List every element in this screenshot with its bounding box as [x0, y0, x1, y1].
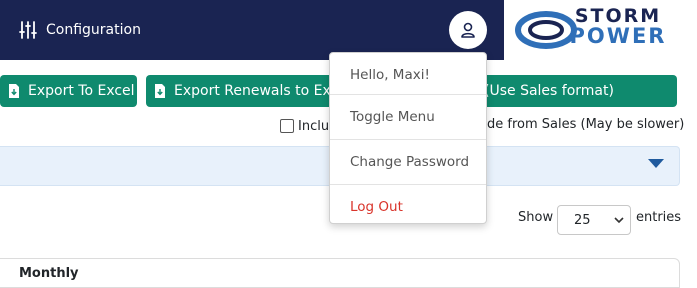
export-renewals-button[interactable]: Export Renewals to Excel	[146, 75, 336, 107]
include-option: Inclu	[280, 117, 329, 135]
chevron-down-icon	[614, 217, 624, 224]
log-out-item[interactable]: Log Out	[330, 185, 486, 229]
logo-line-1: STORM	[574, 5, 662, 27]
greeting: Hello, Maxi!	[350, 67, 430, 83]
page-size-value: 25	[574, 212, 591, 228]
monthly-card	[0, 258, 680, 288]
configuration-label: Configuration	[46, 22, 141, 38]
include-label-start: Inclu	[298, 118, 330, 134]
monthly-title: Monthly	[19, 266, 79, 281]
logo-line-2: POWER	[569, 24, 667, 48]
toggle-menu-item[interactable]: Toggle Menu	[330, 95, 486, 139]
file-download-icon	[155, 84, 165, 98]
page-size-select[interactable]: 25	[557, 205, 631, 235]
user-menu-button[interactable]	[449, 11, 487, 49]
export-renewals-label: Export Renewals to Excel	[174, 83, 336, 99]
configuration-menu[interactable]: Configuration	[18, 18, 141, 42]
file-download-icon	[9, 84, 19, 98]
entries-label: entries	[636, 210, 682, 225]
include-label-end: de from Sales (May be slower)	[487, 117, 685, 132]
caret-down-icon[interactable]	[648, 159, 664, 169]
include-checkbox[interactable]	[280, 119, 294, 133]
change-password-item[interactable]: Change Password	[330, 140, 486, 184]
user-icon	[461, 22, 475, 38]
user-dropdown-menu: Hello, Maxi! Toggle Menu Change Password…	[329, 52, 487, 224]
company-logo: STORM POWER	[548, 5, 688, 48]
export-to-excel-label: Export To Excel	[28, 83, 135, 99]
sliders-icon	[19, 21, 37, 39]
export-to-excel-button[interactable]: Export To Excel	[0, 75, 137, 107]
show-label: Show	[518, 210, 554, 225]
